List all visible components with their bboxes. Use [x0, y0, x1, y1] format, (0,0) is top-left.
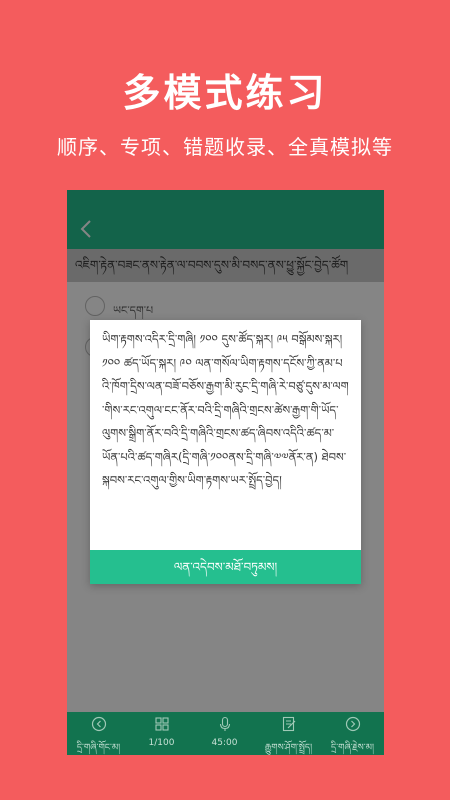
- promo-subtitle: 顺序、专项、错题收录、全真模拟等: [57, 135, 393, 159]
- answer-sheet-button[interactable]: 1/100: [130, 712, 193, 755]
- question-counter: 1/100: [148, 738, 175, 748]
- dialog-message: ཡིག་རྟགས་འདིར་དྲི་གཞི། ༡༠༠ དུས་ཚོད་སྐར། …: [102, 332, 349, 487]
- dialog-confirm-button[interactable]: ལན་འདེབས་མཐོ་བཏུམས།: [90, 550, 361, 584]
- promo-title: 多模式练习: [122, 71, 328, 115]
- chevron-left-circle-icon: [91, 716, 107, 732]
- next-question-button[interactable]: དྲི་གཞི་རྗེས་མ།: [321, 712, 384, 755]
- microphone-icon: [219, 716, 231, 731]
- submit-exam-button[interactable]: རྒྱུགས་ཤོག་སྤྲོད།: [256, 712, 321, 755]
- nav-label: རྒྱུགས་ཤོག་སྤྲོད།: [264, 743, 313, 753]
- exam-rules-dialog: ཡིག་རྟགས་འདིར་དྲི་གཞི། ༡༠༠ དུས་ཚོད་སྐར། …: [90, 320, 361, 584]
- nav-label: དྲི་གཞི་རྗེས་མ།: [331, 743, 374, 753]
- nav-label: དྲི་གཞི་གོང་མ།: [76, 743, 121, 753]
- timer-label: 45:00: [211, 738, 238, 748]
- previous-question-button[interactable]: དྲི་གཞི་གོང་མ།: [67, 712, 130, 755]
- grid-icon: [155, 717, 169, 731]
- chevron-right-circle-icon: [345, 716, 361, 732]
- timer-button[interactable]: 45:00: [193, 712, 256, 755]
- bottom-navigation: དྲི་གཞི་གོང་མ། 1/100 45:00 རྒྱུགས་ཤོག་སྤ…: [67, 712, 384, 755]
- edit-sheet-icon: [282, 716, 296, 732]
